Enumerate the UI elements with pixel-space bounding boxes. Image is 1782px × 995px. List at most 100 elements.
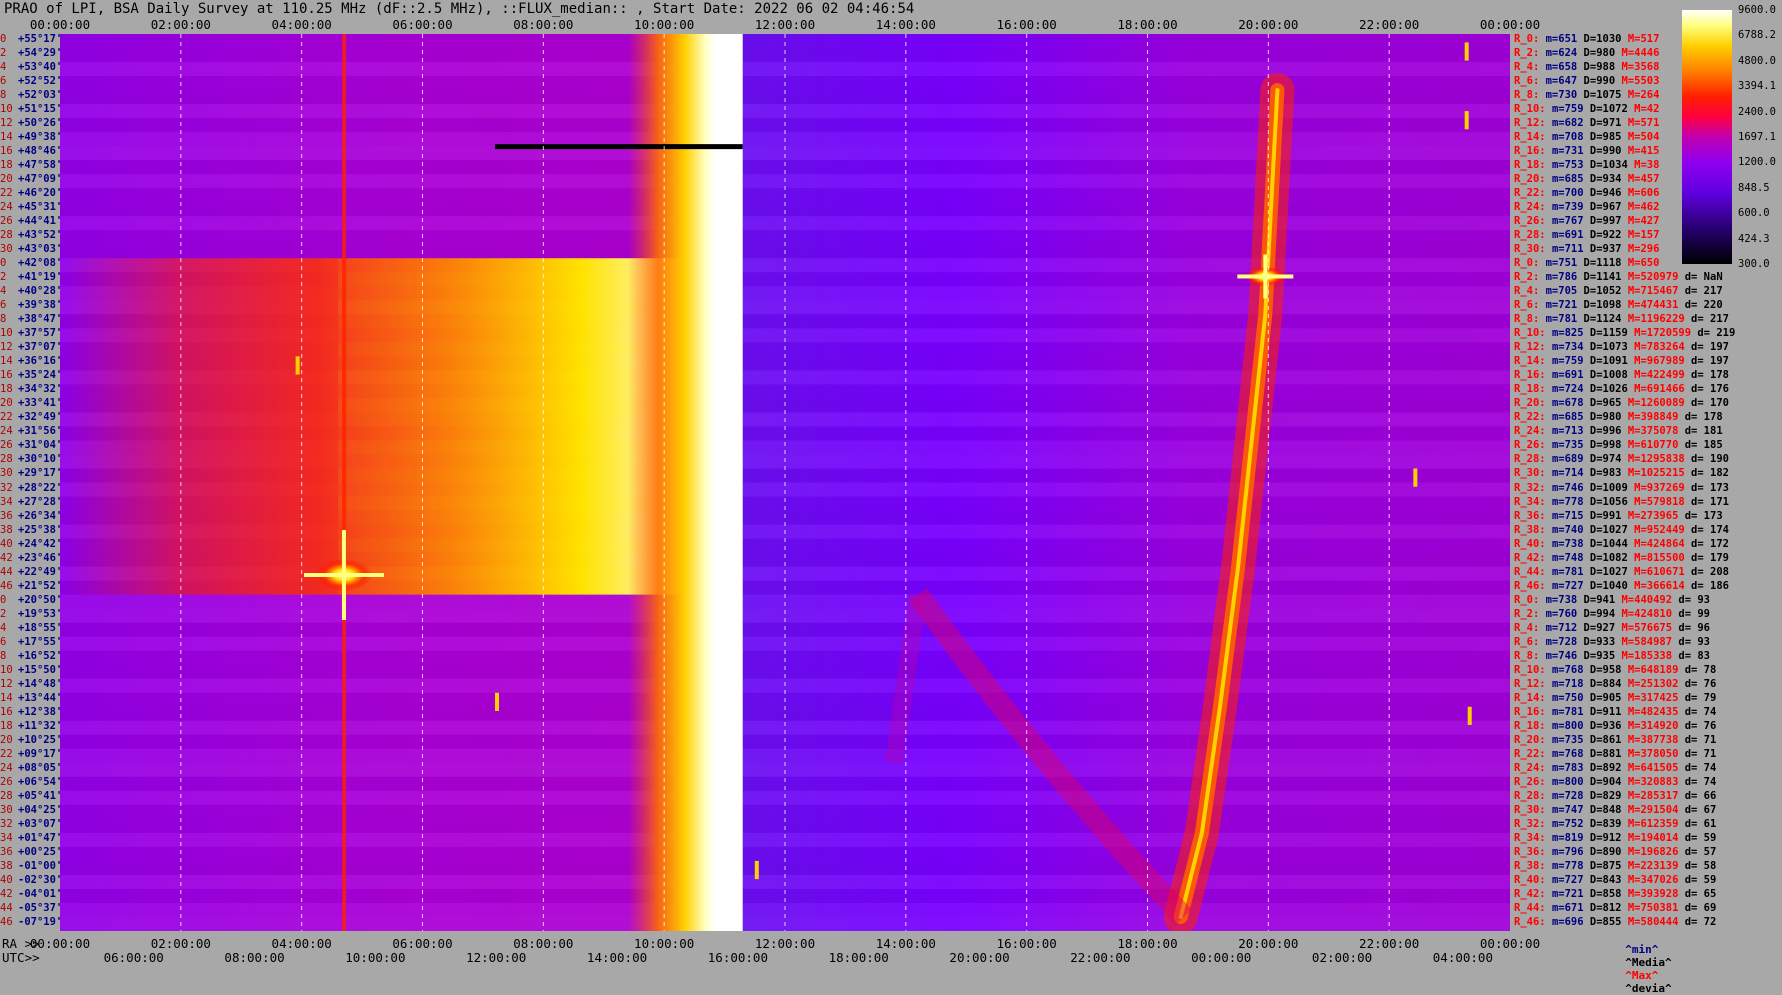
stat-d: D=1027	[1589, 565, 1635, 578]
stat-d: D=934	[1589, 173, 1628, 186]
stat-e: d= 71	[1684, 733, 1717, 746]
stat-m: m=714	[1551, 467, 1590, 480]
ra-top-tick: 06:00:00	[392, 17, 453, 32]
stat-x: M=482435	[1627, 705, 1685, 718]
dec-value: +41°19'	[18, 271, 63, 284]
stat-x: M=422499	[1634, 369, 1692, 382]
beam-index: 40	[0, 537, 13, 550]
stat-x: M=378050	[1627, 747, 1685, 760]
dec-value: +27°28'	[18, 495, 63, 508]
beam-index: 0	[0, 33, 7, 45]
stat-x: M=185338	[1621, 649, 1679, 662]
dec-value: +25°38'	[18, 523, 63, 536]
stat-x: M=317425	[1627, 691, 1685, 704]
dec-value: +52°52'	[18, 75, 63, 88]
stat-x: M=314920	[1627, 719, 1685, 732]
beam-stat-row: R_14: m=708 D=985 M=504	[1514, 131, 1666, 143]
beam-index: 0	[0, 593, 7, 606]
beam-index: 32	[0, 481, 13, 494]
beam-index: 44	[0, 565, 13, 578]
beam-stat-row: R_18: m=800 D=936 M=314920 d= 76	[1514, 720, 1716, 732]
stat-d: D=1027	[1589, 523, 1635, 536]
dec-label: 40 +24°42'	[0, 537, 62, 550]
beam-index: 32	[0, 817, 13, 830]
stat-x: M=520979	[1627, 271, 1685, 284]
stat-x: M=196826	[1627, 845, 1685, 858]
stat-x: M=641505	[1627, 761, 1685, 774]
stat-x: M=366614	[1634, 579, 1692, 592]
stat-x: M=783264	[1634, 341, 1692, 354]
stat-m: m=825	[1551, 327, 1590, 340]
beam-index: 12	[0, 341, 13, 354]
dec-value: +06°54'	[18, 775, 63, 788]
stat-r: R_14:	[1514, 131, 1552, 144]
stat-d: D=892	[1589, 761, 1628, 774]
stat-r: R_20:	[1514, 173, 1552, 186]
stat-r: R_2:	[1514, 607, 1546, 620]
beam-index: 10	[0, 663, 13, 676]
stat-x: M=580444	[1627, 915, 1685, 928]
dec-label: 18 +11°32'	[0, 720, 62, 732]
beam-stat-row: R_0: m=738 D=941 M=440492 d= 93	[1514, 594, 1710, 606]
dec-value: -07°19'	[18, 915, 63, 928]
stat-x: M=648189	[1627, 663, 1685, 676]
stat-m: m=800	[1551, 775, 1590, 788]
stat-x: M=393928	[1627, 887, 1685, 900]
stat-d: D=996	[1589, 425, 1628, 438]
stat-d: D=1124	[1583, 313, 1628, 326]
dec-label: 12 +14°48'	[0, 678, 62, 690]
beam-stat-row: R_4: m=712 D=927 M=576675 d= 96	[1514, 622, 1710, 634]
beam-stat-row: R_26: m=800 D=904 M=320883 d= 74	[1514, 776, 1716, 788]
dec-value: +31°56'	[18, 425, 63, 438]
dec-value: +19°53'	[18, 607, 63, 620]
beam-index: 20	[0, 173, 13, 186]
beam-index: 22	[0, 187, 13, 200]
beam-index: 36	[0, 845, 13, 858]
stat-d: D=890	[1589, 845, 1628, 858]
beam-stat-row: R_24: m=739 D=967 M=462	[1514, 201, 1666, 213]
ra-bottom-tick: 22:00:00	[1359, 936, 1420, 951]
stat-m: m=748	[1551, 551, 1590, 564]
dec-value: +20°50'	[18, 593, 63, 606]
stat-r: R_26:	[1514, 775, 1552, 788]
stat-d: D=1072	[1589, 103, 1635, 116]
stat-r: R_30:	[1514, 803, 1552, 816]
bright-dot	[1413, 468, 1418, 487]
stat-e: d= 59	[1684, 831, 1717, 844]
stat-d: D=1009	[1589, 481, 1635, 494]
stat-m: m=713	[1551, 425, 1590, 438]
beam-stat-row: R_2: m=786 D=1141 M=520979 d= NaN	[1514, 271, 1723, 283]
stat-x: M=415	[1627, 145, 1666, 158]
dec-label: 28 +30°10'	[0, 453, 62, 465]
beam-index: 24	[0, 761, 13, 774]
stat-e: d= 78	[1684, 663, 1717, 676]
beam-stat-row: R_42: m=721 D=858 M=393928 d= 65	[1514, 888, 1716, 900]
dec-value: +46°20'	[18, 187, 63, 200]
beam-stat-row: R_6: m=647 D=990 M=5503	[1514, 75, 1666, 87]
dec-value: +43°52'	[18, 229, 63, 242]
stat-e: d= 217	[1684, 285, 1723, 298]
stat-m: m=728	[1551, 789, 1590, 802]
utc-bottom-tick: 10:00:00	[345, 950, 406, 965]
bright-dot	[495, 692, 499, 711]
beam-stat-row: R_14: m=750 D=905 M=317425 d= 79	[1514, 692, 1716, 704]
beam-index: 24	[0, 425, 13, 438]
stat-m: m=689	[1551, 453, 1590, 466]
dec-label: 12 +50°26'	[0, 117, 62, 129]
beam-stat-row: R_12: m=718 D=884 M=251302 d= 76	[1514, 678, 1716, 690]
stat-e: d= 93	[1678, 635, 1710, 648]
stat-d: D=884	[1589, 677, 1628, 690]
dec-value: +15°50'	[18, 663, 63, 676]
dec-value: +30°10'	[18, 453, 63, 466]
dec-label: 0 +55°17'	[0, 33, 62, 45]
stat-r: R_42:	[1514, 551, 1552, 564]
beam-index: 4	[0, 621, 7, 634]
stat-x: M=504	[1627, 131, 1666, 144]
dec-value: -05°37'	[18, 901, 63, 914]
stat-x: M=579818	[1634, 495, 1692, 508]
stat-r: R_34:	[1514, 495, 1552, 508]
dec-value: +17°55'	[18, 635, 63, 648]
beam-stat-row: R_24: m=783 D=892 M=641505 d= 74	[1514, 762, 1716, 774]
beam-stat-row: R_38: m=778 D=875 M=223139 d= 58	[1514, 860, 1716, 872]
stat-x: M=952449	[1634, 523, 1692, 536]
